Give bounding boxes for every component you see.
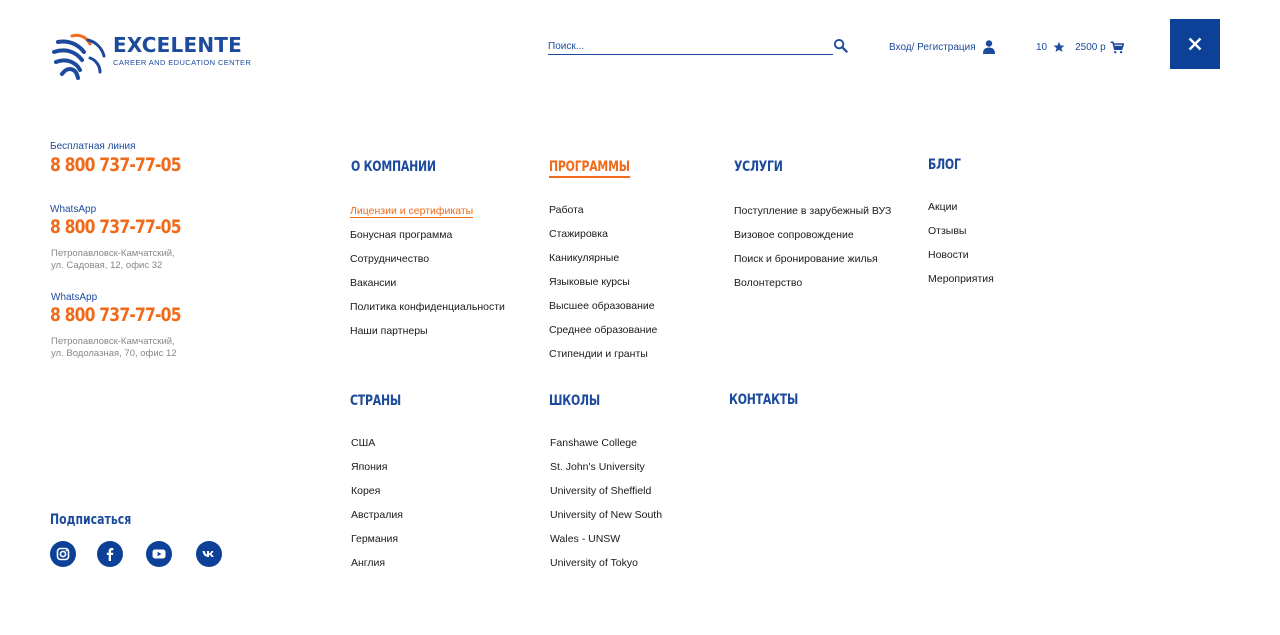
menu-title-programs[interactable]: Программы	[549, 159, 630, 178]
subscribe-title: Подписаться	[50, 512, 132, 528]
youtube-link[interactable]	[146, 541, 172, 567]
menu-item-new-south[interactable]: University of New South	[550, 508, 662, 532]
search-input[interactable]	[548, 38, 833, 55]
menu-item-promos[interactable]: Акции	[928, 200, 994, 224]
menu-item-england[interactable]: Англия	[351, 556, 403, 580]
close-menu-button[interactable]	[1170, 19, 1220, 69]
menu-item-events[interactable]: Мероприятия	[928, 272, 994, 296]
menu-item-vacancies[interactable]: Вакансии	[350, 276, 505, 300]
menu-item-label: Лицензии и сертификаты	[350, 205, 474, 218]
menu-item-news[interactable]: Новости	[928, 248, 994, 272]
search-bar	[548, 38, 848, 56]
menu-item-secondary-education[interactable]: Среднее образование	[549, 323, 657, 347]
favorites-cart: 10 2500 р	[1036, 39, 1124, 55]
menu-title-schools[interactable]: Школы	[549, 393, 600, 409]
menu-item-internship[interactable]: Стажировка	[549, 227, 657, 251]
whatsapp1-address: Петропавловск-Камчатский, ул. Садовая, 1…	[51, 248, 175, 272]
menu-item-visa[interactable]: Визовое сопровождение	[734, 228, 891, 252]
menu-item-work[interactable]: Работа	[549, 203, 657, 227]
brand-title: EXCELENTE	[113, 33, 242, 57]
menu-title-company[interactable]: О компании	[351, 159, 436, 175]
whatsapp2-address: Петропавловск-Камчатский, ул. Водолазная…	[51, 336, 177, 360]
address-line: ул. Садовая, 12, офис 32	[51, 260, 163, 271]
instagram-icon	[56, 547, 70, 561]
close-icon	[1188, 37, 1202, 51]
menu-item-licenses[interactable]: Лицензии и сертификаты	[350, 204, 505, 228]
menu-item-australia[interactable]: Австралия	[351, 508, 403, 532]
menu-list-company: Лицензии и сертификаты Бонусная программ…	[350, 204, 505, 348]
whatsapp2-label: WhatsApp	[51, 292, 98, 303]
free-line-label: Бесплатная линия	[50, 141, 136, 152]
favorites-count[interactable]: 10	[1036, 42, 1047, 53]
menu-list-blog: Акции Отзывы Новости Мероприятия	[928, 200, 994, 296]
menu-item-language[interactable]: Языковые курсы	[549, 275, 657, 299]
menu-item-holiday[interactable]: Каникулярные	[549, 251, 657, 275]
facebook-icon	[106, 548, 114, 561]
menu-item-volunteering[interactable]: Волонтерство	[734, 276, 891, 300]
menu-item-higher-education[interactable]: Высшее образование	[549, 299, 657, 323]
menu-item-sheffield[interactable]: University of Sheffield	[550, 484, 662, 508]
brand-subtitle: CAREER AND EDUCATION CENTER	[113, 58, 252, 67]
menu-item-partners[interactable]: Наши партнеры	[350, 324, 505, 348]
search-icon[interactable]	[833, 38, 848, 53]
menu-list-programs: Работа Стажировка Каникулярные Языковые …	[549, 203, 657, 371]
whatsapp1-phone[interactable]: 8 800 737-77-05	[50, 216, 182, 238]
instagram-link[interactable]	[50, 541, 76, 567]
menu-item-admission[interactable]: Поступление в зарубежный ВУЗ	[734, 204, 891, 228]
menu-title-contacts[interactable]: Контакты	[729, 392, 798, 408]
free-line-phone[interactable]: 8 800 737-77-05	[50, 154, 182, 176]
logo-icon	[52, 33, 106, 80]
facebook-link[interactable]	[97, 541, 123, 567]
menu-item-housing[interactable]: Поиск и бронирование жилья	[734, 252, 891, 276]
menu-title-blog[interactable]: Блог	[928, 157, 961, 173]
menu-item-korea[interactable]: Корея	[351, 484, 403, 508]
menu-title-services[interactable]: Услуги	[734, 159, 783, 175]
user-icon	[982, 40, 995, 54]
menu-title-countries[interactable]: Страны	[350, 393, 401, 409]
menu-item-tokyo[interactable]: University of Tokyo	[550, 556, 662, 580]
menu-item-reviews[interactable]: Отзывы	[928, 224, 994, 248]
youtube-icon	[152, 549, 166, 559]
whatsapp1-label: WhatsApp	[50, 204, 97, 215]
menu-item-fanshawe[interactable]: Fanshawe College	[550, 436, 662, 460]
address-line: ул. Водолазная, 70, офис 12	[51, 348, 177, 359]
address-line: Петропавловск-Камчатский,	[51, 336, 175, 347]
star-icon[interactable]	[1053, 41, 1065, 53]
whatsapp2-phone[interactable]: 8 800 737-77-05	[50, 304, 182, 326]
menu-item-scholarships[interactable]: Стипендии и гранты	[549, 347, 657, 371]
vk-icon	[202, 551, 214, 557]
cart-icon[interactable]	[1110, 40, 1124, 54]
logo[interactable]: EXCELENTE CAREER AND EDUCATION CENTER	[50, 30, 255, 82]
login-link[interactable]: Вход/ Регистрация	[889, 39, 995, 55]
cart-total[interactable]: 2500 р	[1075, 42, 1106, 53]
vk-link[interactable]	[196, 541, 222, 567]
menu-item-bonus[interactable]: Бонусная программа	[350, 228, 505, 252]
address-line: Петропавловск-Камчатский,	[51, 248, 175, 259]
menu-list-countries: США Япония Корея Австралия Германия Англ…	[351, 436, 403, 580]
menu-item-privacy[interactable]: Политика конфиденциальности	[350, 300, 505, 324]
login-label: Вход/ Регистрация	[889, 41, 976, 53]
menu-item-germany[interactable]: Германия	[351, 532, 403, 556]
menu-list-services: Поступление в зарубежный ВУЗ Визовое соп…	[734, 204, 891, 300]
menu-item-st-johns[interactable]: St. John's University	[550, 460, 662, 484]
menu-list-schools: Fanshawe College St. John's University U…	[550, 436, 662, 580]
menu-item-unsw[interactable]: Wales - UNSW	[550, 532, 662, 556]
menu-item-japan[interactable]: Япония	[351, 460, 403, 484]
menu-item-cooperation[interactable]: Сотрудничество	[350, 252, 505, 276]
menu-item-usa[interactable]: США	[351, 436, 403, 460]
